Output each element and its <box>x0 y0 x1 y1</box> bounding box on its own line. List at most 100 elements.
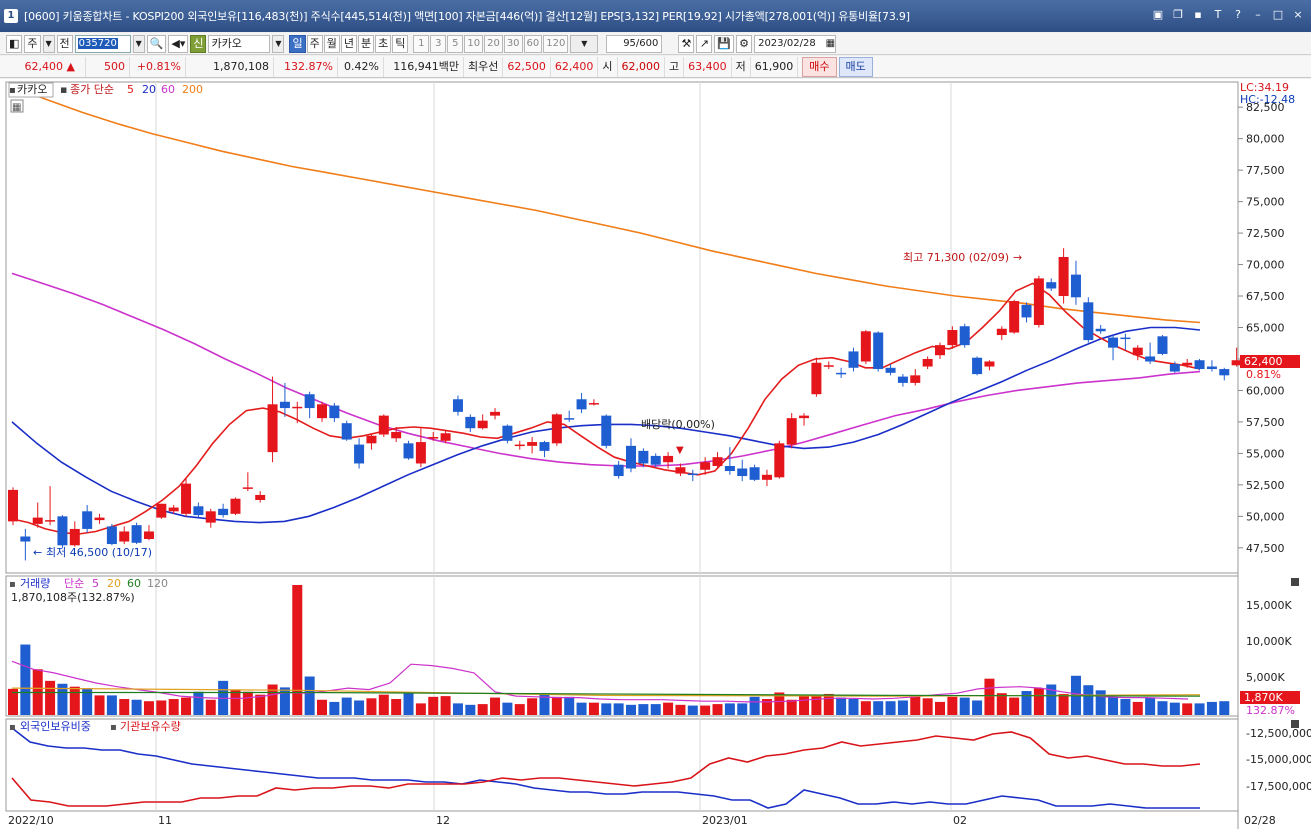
close-icon[interactable]: × <box>1291 8 1305 22</box>
foreign-panel-frame <box>5 718 1239 812</box>
period-tab-1[interactable]: 주 <box>306 34 323 53</box>
volume-bar-88 <box>1095 690 1106 715</box>
window-menu-icon[interactable]: ▪ <box>1191 8 1205 22</box>
data-count-field[interactable]: 95/600 <box>606 34 663 53</box>
candle-body-10 <box>131 525 142 543</box>
volume-bar-36 <box>452 703 463 715</box>
period-tab-0[interactable]: 일 <box>289 34 306 53</box>
change-value: 500 <box>86 56 130 77</box>
period-tabs: 일주월년분초틱 <box>289 34 409 53</box>
price-tick-label-14: 47,500 <box>1246 542 1285 555</box>
candle-body-77 <box>959 326 970 346</box>
layout-icon[interactable]: ▣ <box>1151 8 1165 22</box>
volume-bar-1 <box>20 644 31 715</box>
candle-body-69 <box>860 331 871 362</box>
volume-bar-95 <box>1182 703 1193 715</box>
volume-bar-78 <box>972 700 983 715</box>
volume-bar-15 <box>193 691 204 715</box>
sound-icon[interactable]: ◀▾ <box>168 34 189 53</box>
interval-button-5[interactable]: 5 <box>447 34 464 53</box>
interval-dropdown-icon[interactable]: ▼ <box>570 34 599 53</box>
volume-bar-16 <box>205 699 216 715</box>
candle-body-52 <box>650 455 661 465</box>
buy-button[interactable]: 매수 <box>802 56 837 77</box>
period-tab-2[interactable]: 월 <box>323 34 340 53</box>
volume-bar-34 <box>428 696 439 715</box>
save-icon[interactable]: 💾 <box>714 34 735 53</box>
volume-bar-27 <box>341 697 352 715</box>
candle-body-25 <box>317 404 327 419</box>
volume-bar-26 <box>329 701 340 715</box>
interval-button-10[interactable]: 10 <box>464 34 484 53</box>
code-dropdown-icon[interactable]: ▼ <box>132 34 145 53</box>
volume-value: 1,870,108 <box>186 56 274 77</box>
foreign-axis-2: -15,000,000 <box>1246 753 1311 766</box>
volume-bar-12 <box>156 700 167 715</box>
stock-name-field[interactable]: 카카오 <box>208 34 271 53</box>
market-select[interactable]: 주 <box>24 34 41 53</box>
period-tab-6[interactable]: 틱 <box>392 34 409 53</box>
volume-bar-83 <box>1033 688 1044 715</box>
high-price: 63,400 <box>684 56 732 77</box>
name-dropdown-icon[interactable]: ▼ <box>272 34 285 53</box>
interval-button-20[interactable]: 20 <box>484 34 503 53</box>
volume-bar-48 <box>601 703 612 715</box>
candle-body-34 <box>428 437 439 439</box>
x-label-2: 12 <box>436 814 450 827</box>
font-icon[interactable]: T <box>1211 8 1225 22</box>
interval-button-30[interactable]: 30 <box>503 34 523 53</box>
interval-button-60[interactable]: 60 <box>523 34 543 53</box>
candle-body-40 <box>502 425 513 441</box>
candle-body-91 <box>1132 347 1143 356</box>
period-tab-3[interactable]: 년 <box>340 34 357 53</box>
panel-toggle-icon[interactable]: ◧ <box>6 34 23 53</box>
interval-button-3[interactable]: 3 <box>430 34 447 53</box>
candle-body-54 <box>675 467 686 474</box>
interval-button-120[interactable]: 120 <box>543 34 569 53</box>
maximize-icon[interactable]: □ <box>1271 8 1285 22</box>
x-label-4: 02 <box>953 814 967 827</box>
search-icon[interactable]: 🔍 <box>146 34 167 53</box>
candle-body-35 <box>440 433 451 441</box>
period-tab-4[interactable]: 분 <box>357 34 375 53</box>
copy-window-icon[interactable]: ❐ <box>1171 8 1185 22</box>
candle-body-38 <box>477 420 488 429</box>
volume-bar-31 <box>391 699 402 715</box>
volume-bar-57 <box>712 704 723 715</box>
x-axis: 2022/10 11 12 2023/01 02 02/28 <box>8 814 1276 827</box>
calendar-icon[interactable]: ▦ <box>826 36 835 52</box>
date-field[interactable]: 2023/02/28 ▦ <box>754 34 837 53</box>
candle-body-66 <box>823 365 834 367</box>
stock-chart-svg[interactable]: 82,50080,00077,50075,00072,50070,00067,5… <box>0 79 1311 829</box>
chart-area[interactable]: 82,500 80,000 77,500 75,000 72,500 70,000 67,5… <box>0 79 1311 829</box>
help-icon[interactable]: ? <box>1231 8 1245 22</box>
volume-bar-59 <box>737 703 748 715</box>
settings-gear-icon[interactable]: ⚙ <box>736 34 753 53</box>
candle-body-32 <box>403 443 414 459</box>
volume-bar-44 <box>551 696 562 715</box>
volume-bar-45 <box>564 696 575 715</box>
all-button[interactable]: 전 <box>56 34 73 53</box>
interval-button-1[interactable]: 1 <box>413 34 430 53</box>
vol-axis-10000k: 10,000K <box>1246 635 1292 648</box>
vol-ma5-legend: 5 <box>92 577 99 590</box>
candle-body-56 <box>700 462 711 470</box>
period-tab-5[interactable]: 초 <box>375 34 392 53</box>
volume-bar-47 <box>588 702 599 715</box>
vol-panel-close-icon[interactable] <box>1291 578 1299 586</box>
draw-icon[interactable]: ↗ <box>696 34 713 53</box>
volume-bar-90 <box>1120 699 1131 715</box>
new-badge[interactable]: 신 <box>190 34 207 53</box>
price-value: 62,400 <box>24 59 64 73</box>
vol-axis-15000k: 15,000K <box>1246 599 1292 612</box>
market-dropdown-icon[interactable]: ▼ <box>42 34 55 53</box>
ma5-legend: 5 <box>127 83 134 96</box>
price-tick-label-7: 65,000 <box>1246 322 1285 335</box>
minimize-icon[interactable]: – <box>1251 8 1265 22</box>
tools-icon[interactable]: ⚒ <box>678 34 695 53</box>
sell-button[interactable]: 매도 <box>838 56 873 77</box>
candle-body-62 <box>774 443 785 478</box>
stock-code-input[interactable]: 035720 <box>74 34 131 53</box>
candle-body-21 <box>267 404 278 453</box>
ma60-legend: 60 <box>161 83 175 96</box>
